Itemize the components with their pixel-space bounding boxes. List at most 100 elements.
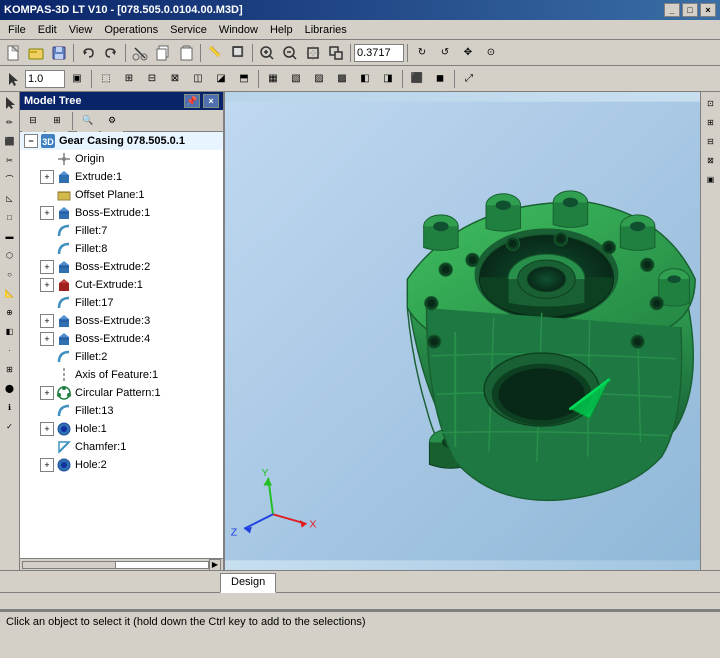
tbtn-9[interactable]: ▧ <box>285 68 307 90</box>
tree-scroll-right[interactable]: ▶ <box>209 559 221 571</box>
tab-design[interactable]: Design <box>220 573 276 593</box>
tree-expand-btn[interactable] <box>40 350 54 364</box>
vtb-cut[interactable]: ✂ <box>1 151 19 169</box>
rotate-cw-button[interactable]: ↻ <box>411 42 433 64</box>
tree-item[interactable]: +Boss-Extrude:3 <box>20 312 223 330</box>
vtb-right-1[interactable]: ⊡ <box>702 94 720 112</box>
measure-button[interactable]: 📏 <box>204 42 226 64</box>
select-button[interactable] <box>2 68 24 90</box>
tree-item[interactable]: Origin <box>20 150 223 168</box>
tree-expand-btn[interactable]: + <box>40 386 54 400</box>
tree-item[interactable]: Fillet:17 <box>20 294 223 312</box>
tree-expand-btn[interactable]: + <box>40 206 54 220</box>
vtb-extrude[interactable]: ⬛ <box>1 132 19 150</box>
tree-expand-btn[interactable] <box>40 224 54 238</box>
vtb-properties[interactable]: ℹ <box>1 398 19 416</box>
tree-item[interactable]: Fillet:8 <box>20 240 223 258</box>
tbtn-7[interactable]: ⬒ <box>233 68 255 90</box>
tree-item[interactable]: Offset Plane:1 <box>20 186 223 204</box>
cut-button[interactable] <box>129 42 151 64</box>
tbtn-12[interactable]: ◧ <box>354 68 376 90</box>
zoom-out-button[interactable] <box>279 42 301 64</box>
menu-file[interactable]: File <box>2 22 32 38</box>
tree-filter[interactable]: 🔍 <box>77 110 99 132</box>
new-button[interactable] <box>2 42 24 64</box>
tbtn-13[interactable]: ◨ <box>377 68 399 90</box>
tree-item[interactable]: +Boss-Extrude:2 <box>20 258 223 276</box>
pan-button[interactable]: ✥ <box>457 42 479 64</box>
tree-settings[interactable]: ⚙ <box>101 110 123 132</box>
vtb-shell[interactable]: □ <box>1 208 19 226</box>
tbtn-1[interactable]: ⬚ <box>95 68 117 90</box>
tbtn-14[interactable]: ⬛ <box>406 68 428 90</box>
tree-expand-btn[interactable]: − <box>24 134 38 148</box>
tree-item[interactable]: +Boss-Extrude:4 <box>20 330 223 348</box>
menu-libraries[interactable]: Libraries <box>299 22 353 38</box>
tbtn-11[interactable]: ▩ <box>331 68 353 90</box>
tree-item[interactable]: Fillet:13 <box>20 402 223 420</box>
view3d-button[interactable]: 🔲 <box>227 42 249 64</box>
tbtn-2[interactable]: ⊞ <box>118 68 140 90</box>
zoom-in-button[interactable] <box>256 42 278 64</box>
minimize-button[interactable]: _ <box>664 3 680 17</box>
tree-expand-btn[interactable]: + <box>40 458 54 472</box>
zoom-fit-button[interactable] <box>302 42 324 64</box>
vtb-check[interactable]: ✓ <box>1 417 19 435</box>
vtb-hole[interactable]: ○ <box>1 265 19 283</box>
tree-pin-button[interactable]: 📌 <box>184 94 200 108</box>
copy-button[interactable] <box>152 42 174 64</box>
tree-item[interactable]: Fillet:2 <box>20 348 223 366</box>
tree-expand-btn[interactable] <box>40 404 54 418</box>
tree-expand-btn[interactable]: + <box>40 278 54 292</box>
tbtn-15[interactable]: ◼ <box>429 68 451 90</box>
redo-button[interactable] <box>100 42 122 64</box>
open-button[interactable] <box>25 42 47 64</box>
tree-item[interactable]: Fillet:7 <box>20 222 223 240</box>
tree-expand-btn[interactable]: + <box>40 332 54 346</box>
menu-operations[interactable]: Operations <box>98 22 164 38</box>
tree-expand-btn[interactable] <box>40 440 54 454</box>
menu-help[interactable]: Help <box>264 22 299 38</box>
paste-button[interactable] <box>175 42 197 64</box>
tree-expand-btn[interactable]: + <box>40 422 54 436</box>
tbtn-8[interactable]: ▦ <box>262 68 284 90</box>
tree-item[interactable]: +Circular Pattern:1 <box>20 384 223 402</box>
tree-expand-btn[interactable]: + <box>40 170 54 184</box>
vtb-measure[interactable]: 📐 <box>1 284 19 302</box>
tree-expand-btn[interactable]: + <box>40 314 54 328</box>
menu-edit[interactable]: Edit <box>32 22 63 38</box>
tree-item[interactable]: +Cut-Extrude:1 <box>20 276 223 294</box>
restore-button[interactable]: □ <box>682 3 698 17</box>
orbit-button[interactable]: ⊙ <box>480 42 502 64</box>
tree-hscrollbar[interactable]: ▶ <box>20 558 223 570</box>
tbtn-16[interactable]: ⤢ <box>458 68 480 90</box>
tree-item[interactable]: Chamfer:1 <box>20 438 223 456</box>
tbtn-5[interactable]: ◫ <box>187 68 209 90</box>
tree-expand-btn[interactable] <box>40 188 54 202</box>
tbtn-3[interactable]: ⊟ <box>141 68 163 90</box>
3d-viewport[interactable]: X Y Z <box>225 92 700 570</box>
set-scale-button[interactable]: ▣ <box>66 68 88 90</box>
tbtn-10[interactable]: ▨ <box>308 68 330 90</box>
scale-input[interactable] <box>25 70 65 88</box>
tree-expand-btn[interactable] <box>40 368 54 382</box>
vtb-mirror[interactable]: ⊞ <box>1 360 19 378</box>
menu-service[interactable]: Service <box>164 22 213 38</box>
menu-window[interactable]: Window <box>213 22 264 38</box>
menu-view[interactable]: View <box>63 22 99 38</box>
vtb-fillet[interactable]: ⌒ <box>1 170 19 188</box>
vtb-point[interactable]: · <box>1 341 19 359</box>
tree-item[interactable]: +Hole:2 <box>20 456 223 474</box>
tree-item[interactable]: Axis of Feature:1 <box>20 366 223 384</box>
save-button[interactable] <box>48 42 70 64</box>
vtb-right-4[interactable]: ⊠ <box>702 151 720 169</box>
tree-expand-btn[interactable]: + <box>40 260 54 274</box>
vtb-axis[interactable]: ⊕ <box>1 303 19 321</box>
tree-collapse-all[interactable]: ⊟ <box>22 110 44 132</box>
tbtn-6[interactable]: ◪ <box>210 68 232 90</box>
tree-list[interactable]: −3DGear Casing 078.505.0.1Origin+Extrude… <box>20 132 223 558</box>
tree-item[interactable]: −3DGear Casing 078.505.0.1 <box>20 132 223 150</box>
undo-button[interactable] <box>77 42 99 64</box>
vtb-sketch[interactable]: ✏ <box>1 113 19 131</box>
rotate-ccw-button[interactable]: ↺ <box>434 42 456 64</box>
